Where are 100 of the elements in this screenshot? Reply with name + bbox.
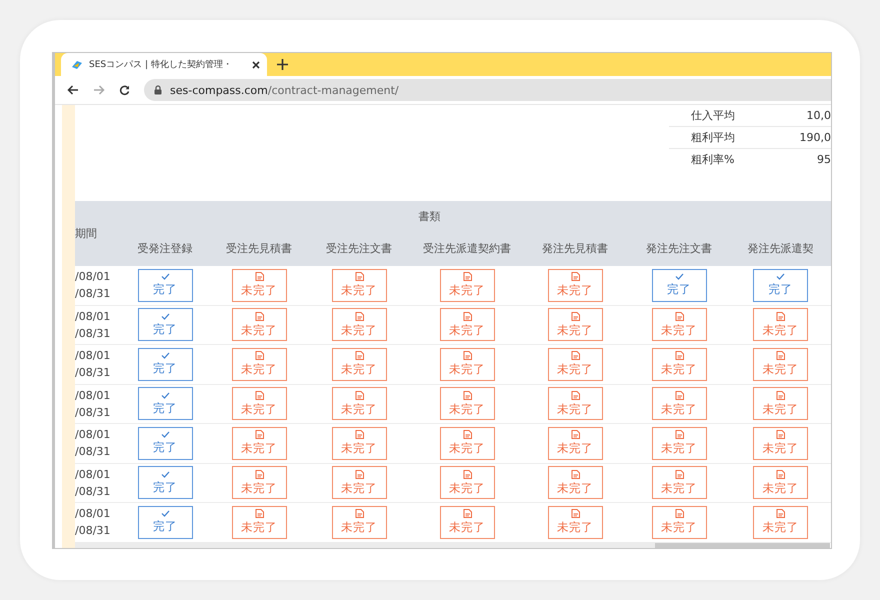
- status-label: 未完了: [661, 322, 697, 338]
- status-badge[interactable]: 完了: [138, 506, 192, 539]
- status-badge[interactable]: 未完了: [440, 308, 494, 342]
- status-label: 完了: [153, 322, 177, 337]
- status-label: 未完了: [557, 402, 593, 417]
- document-icon: [570, 509, 580, 518]
- status-badge[interactable]: 未完了: [548, 268, 602, 302]
- status-badge[interactable]: 未完了: [548, 506, 602, 539]
- status-label: 未完了: [557, 441, 593, 456]
- group-header: 書類: [418, 208, 440, 224]
- status-badge[interactable]: 未完了: [652, 426, 706, 460]
- status-label: 未完了: [557, 520, 593, 536]
- url-path: /contract-management/: [268, 84, 399, 96]
- address-bar[interactable]: ses-compass.com/contract-management/: [144, 79, 831, 101]
- status-badge[interactable]: 未完了: [753, 466, 808, 500]
- column-header: 受注先派遣契約書: [423, 241, 511, 256]
- status-label: 未完了: [762, 480, 798, 496]
- status-badge[interactable]: 未完了: [232, 268, 286, 302]
- status-badge[interactable]: 未完了: [232, 348, 286, 381]
- status-badge[interactable]: 完了: [138, 426, 192, 460]
- status-badge[interactable]: 完了: [138, 387, 192, 420]
- status-label: 未完了: [449, 283, 485, 298]
- lock-icon: [154, 85, 162, 95]
- document-icon: [254, 312, 264, 321]
- document-icon: [462, 430, 472, 440]
- close-icon[interactable]: [252, 60, 260, 68]
- summary-value: 190,0: [800, 131, 831, 144]
- status-badge[interactable]: 未完了: [548, 308, 602, 342]
- status-badge[interactable]: 未完了: [232, 426, 286, 460]
- status-badge[interactable]: 未完了: [440, 466, 494, 500]
- column-header: 受注先見積書: [226, 241, 292, 256]
- period-start: /08/01: [75, 310, 112, 323]
- back-arrow-icon[interactable]: [67, 85, 79, 95]
- period-end: /08/31: [75, 326, 112, 340]
- status-badge[interactable]: 未完了: [753, 348, 808, 381]
- new-tab-icon[interactable]: [277, 59, 288, 70]
- status-badge[interactable]: 未完了: [332, 308, 386, 342]
- status-badge[interactable]: 未完了: [753, 308, 808, 342]
- status-badge[interactable]: 未完了: [652, 506, 706, 539]
- status-badge[interactable]: 未完了: [232, 466, 286, 500]
- status-label: 完了: [153, 361, 177, 376]
- status-label: 未完了: [557, 362, 593, 378]
- reload-icon[interactable]: [119, 84, 130, 96]
- document-icon: [254, 390, 264, 400]
- status-label: 未完了: [762, 322, 798, 338]
- column-header: 受発注登録: [138, 241, 192, 256]
- check-icon: [160, 470, 170, 478]
- document-icon: [354, 430, 364, 440]
- status-badge[interactable]: 未完了: [332, 426, 386, 460]
- status-label: 未完了: [449, 480, 485, 496]
- status-badge[interactable]: 未完了: [332, 466, 386, 500]
- period-end: /08/31: [75, 366, 112, 380]
- status-label: 未完了: [557, 480, 593, 496]
- status-label: 未完了: [762, 362, 798, 378]
- document-icon: [776, 351, 785, 360]
- status-badge[interactable]: 完了: [138, 308, 192, 342]
- status-badge[interactable]: 未完了: [753, 506, 808, 539]
- compass-logo-icon: [70, 58, 84, 70]
- status-label: 未完了: [341, 402, 377, 417]
- status-badge[interactable]: 未完了: [652, 466, 706, 500]
- status-badge[interactable]: 未完了: [440, 268, 494, 302]
- url-host: ses-compass.com: [170, 84, 268, 96]
- status-badge[interactable]: 完了: [652, 268, 706, 302]
- status-badge[interactable]: 完了: [753, 268, 808, 302]
- status-badge[interactable]: 未完了: [652, 348, 706, 381]
- status-badge[interactable]: 未完了: [440, 348, 494, 381]
- document-icon: [254, 430, 264, 440]
- period-start: /08/01: [75, 428, 112, 442]
- document-icon: [674, 351, 684, 360]
- status-badge[interactable]: 未完了: [548, 387, 602, 420]
- document-icon: [354, 351, 364, 360]
- column-header: 受注先注文書: [326, 241, 392, 256]
- status-badge[interactable]: 未完了: [332, 506, 386, 539]
- document-icon: [462, 390, 472, 400]
- status-label: 完了: [153, 519, 177, 534]
- status-badge[interactable]: 未完了: [652, 387, 706, 420]
- status-badge[interactable]: 未完了: [232, 387, 286, 420]
- status-badge[interactable]: 未完了: [332, 387, 386, 420]
- scrollbar[interactable]: [75, 542, 830, 548]
- status-badge[interactable]: 未完了: [440, 506, 494, 539]
- status-badge[interactable]: 未完了: [548, 426, 602, 460]
- summary-label: 粗利率%: [691, 152, 734, 167]
- status-badge[interactable]: 未完了: [232, 506, 286, 539]
- status-badge[interactable]: 未完了: [332, 348, 386, 381]
- column-header: 発注先見積書: [542, 241, 608, 256]
- status-badge[interactable]: 未完了: [753, 387, 808, 420]
- browser-tab[interactable]: SESコンパス | 特化した契約管理・: [61, 53, 267, 76]
- status-badge[interactable]: 完了: [138, 466, 192, 500]
- status-badge[interactable]: 未完了: [652, 308, 706, 342]
- status-badge[interactable]: 未完了: [440, 426, 494, 460]
- status-badge[interactable]: 未完了: [753, 426, 808, 460]
- status-badge[interactable]: 未完了: [548, 466, 602, 500]
- period-start: /08/01: [75, 507, 112, 520]
- status-badge[interactable]: 未完了: [548, 348, 602, 381]
- status-badge[interactable]: 未完了: [440, 387, 494, 420]
- status-badge[interactable]: 完了: [138, 348, 192, 381]
- status-badge[interactable]: 未完了: [332, 268, 386, 302]
- document-icon: [254, 470, 264, 479]
- status-badge[interactable]: 完了: [138, 268, 192, 302]
- status-badge[interactable]: 未完了: [232, 308, 286, 342]
